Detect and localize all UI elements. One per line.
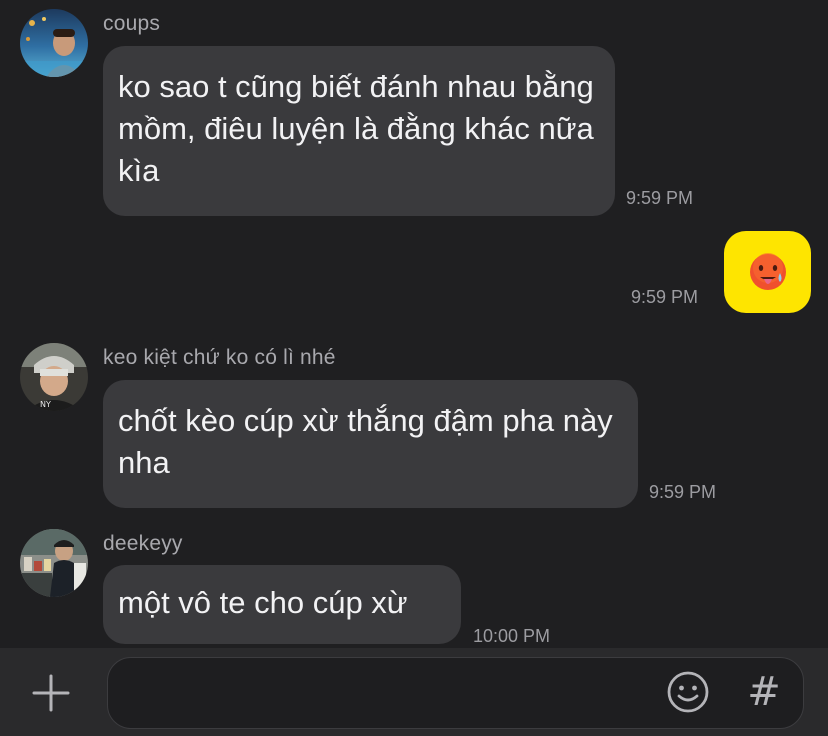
chat-area[interactable]: coups ko sao t cũng biết đánh nhau bằng … [0,0,828,648]
message-input-bar: # [0,648,828,736]
sender-name: deekeyy [103,532,183,555]
message-time: 9:59 PM [631,287,699,307]
avatar-keo[interactable]: NY [20,343,88,411]
message-input[interactable]: # [107,657,804,729]
sender-name: keo kiệt chứ ko có lì nhé [103,346,336,369]
message-text: một vô te cho cúp xừ [118,585,408,620]
hot-face-emoji-icon [749,253,786,290]
message-time: 10:00 PM [473,626,551,646]
message-text: chốt kèo cúp xừ thắng đậm pha này nha [118,403,613,480]
message-time: 9:59 PM [649,482,717,502]
sticker-bubble[interactable] [724,231,811,313]
message-time: 9:59 PM [626,188,694,208]
sender-name: coups [103,12,161,35]
avatar-deekeyy[interactable] [20,529,88,597]
smiley-icon[interactable] [666,670,710,714]
svg-text:NY: NY [40,400,51,409]
message-bubble[interactable]: ko sao t cũng biết đánh nhau bằng mồm, đ… [103,46,615,216]
hashtag-button[interactable]: # [744,670,784,714]
message-text: ko sao t cũng biết đánh nhau bằng mồm, đ… [118,69,594,188]
plus-icon[interactable] [28,670,74,716]
message-bubble[interactable]: chốt kèo cúp xừ thắng đậm pha này nha [103,380,638,508]
message-bubble[interactable]: một vô te cho cúp xừ [103,565,461,644]
avatar-coups[interactable] [20,9,88,77]
